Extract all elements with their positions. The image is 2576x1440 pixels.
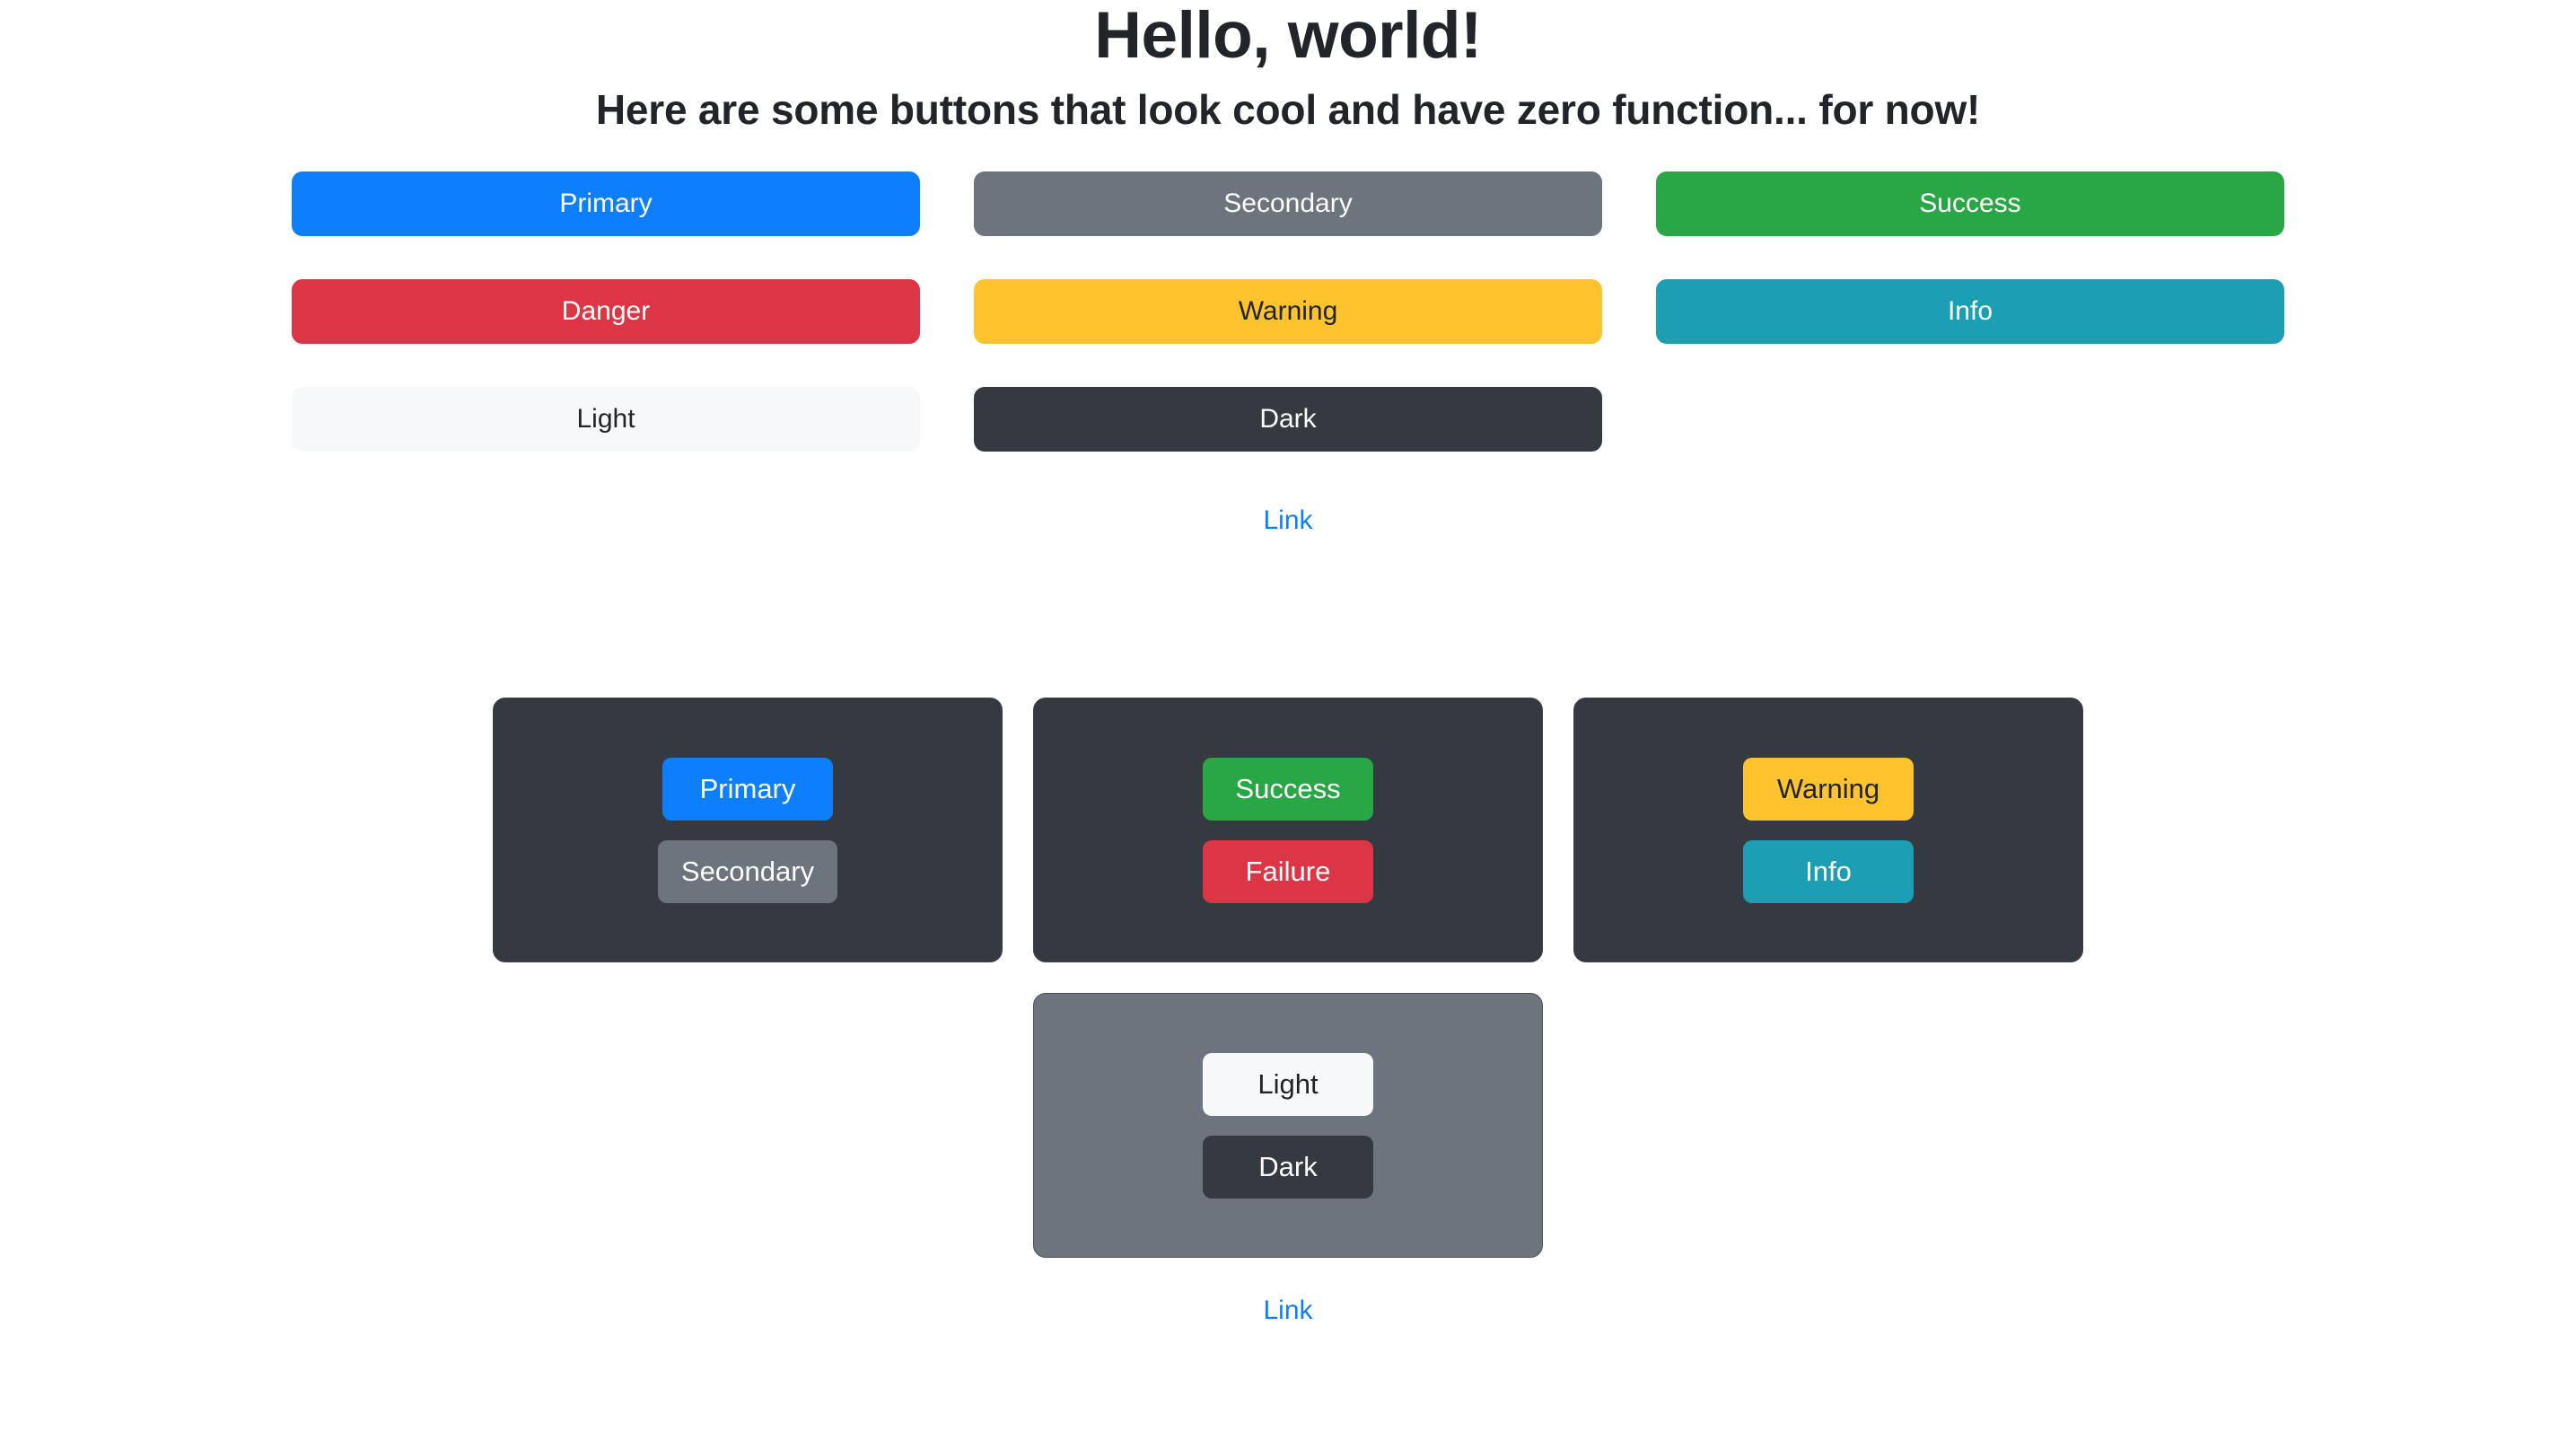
card-button-warning[interactable]: Warning xyxy=(1743,757,1914,821)
card-success-failure: Success Failure xyxy=(1033,698,1543,963)
card-row-first: Primary Secondary Success Failure Warnin… xyxy=(491,698,2085,963)
button-dark[interactable]: Dark xyxy=(974,387,1602,452)
card-button-secondary[interactable]: Secondary xyxy=(657,839,838,903)
card-primary-secondary: Primary Secondary xyxy=(493,698,1003,963)
card-row-second: Light Dark xyxy=(491,962,2085,1259)
card-area: Primary Secondary Success Failure Warnin… xyxy=(0,536,2576,1259)
bottom-link-row: Link xyxy=(0,1258,2576,1326)
card-button-info[interactable]: Info xyxy=(1743,839,1914,903)
button-info[interactable]: Info xyxy=(1656,279,2284,345)
card-button-light[interactable]: Light xyxy=(1203,1052,1373,1116)
button-danger[interactable]: Danger xyxy=(292,279,920,345)
top-link-row: Link xyxy=(0,452,2576,536)
button-warning[interactable]: Warning xyxy=(974,279,1602,345)
card-button-success[interactable]: Success xyxy=(1203,757,1373,821)
page-root: Hello, world! Here are some buttons that… xyxy=(0,0,2576,1440)
link-button-top[interactable]: Link xyxy=(1263,505,1312,535)
card-button-dark[interactable]: Dark xyxy=(1203,1135,1373,1199)
button-success[interactable]: Success xyxy=(1656,171,2284,237)
link-button-bottom[interactable]: Link xyxy=(1263,1295,1312,1325)
page-title: Hello, world! xyxy=(1094,0,1482,72)
card-warning-info: Warning Info xyxy=(1573,698,2083,963)
button-grid: Primary Secondary Success Danger Warning… xyxy=(292,134,2284,452)
button-secondary[interactable]: Secondary xyxy=(974,171,1602,237)
card-button-primary[interactable]: Primary xyxy=(662,757,833,821)
card-light-dark: Light Dark xyxy=(1033,993,1543,1259)
button-primary[interactable]: Primary xyxy=(292,171,920,237)
card-button-failure[interactable]: Failure xyxy=(1203,839,1373,903)
button-light[interactable]: Light xyxy=(292,387,920,452)
page-subtitle: Here are some buttons that look cool and… xyxy=(595,86,1981,134)
